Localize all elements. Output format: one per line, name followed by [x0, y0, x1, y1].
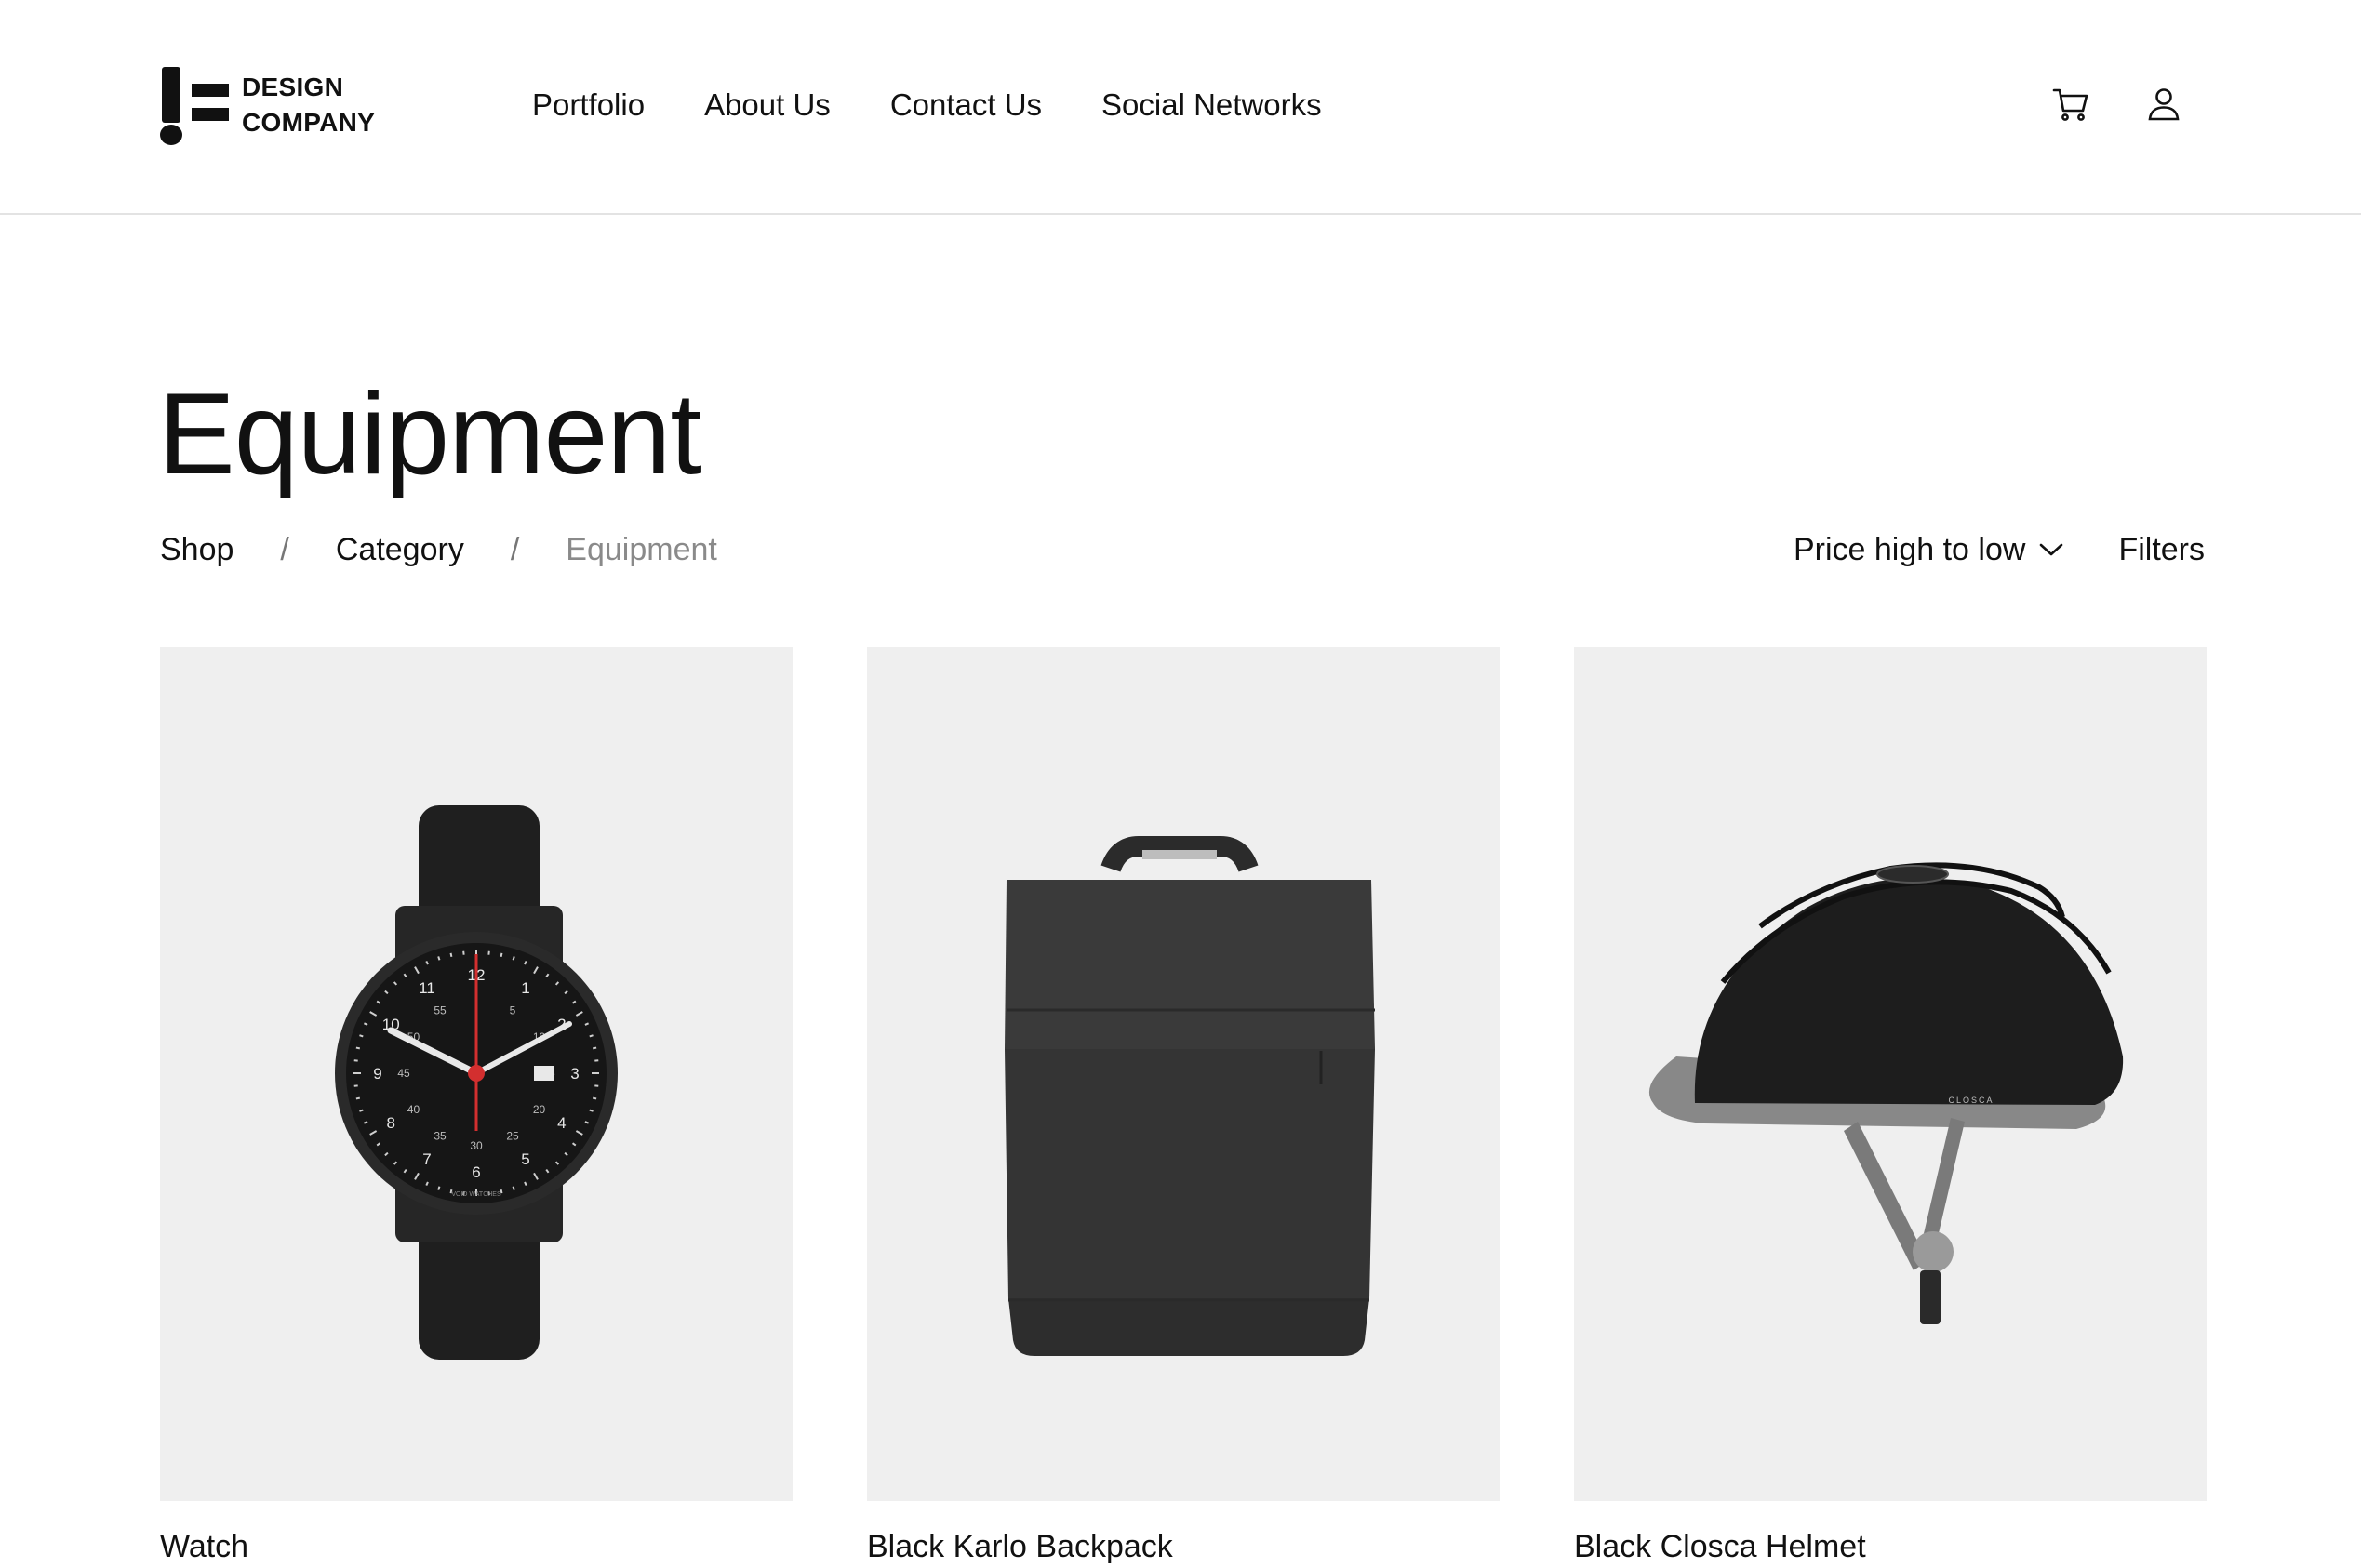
chevron-down-icon: [2038, 540, 2064, 559]
watch-minute-numeral: 40: [407, 1103, 420, 1116]
watch-tick: [438, 956, 439, 960]
watch-tick: [593, 1098, 596, 1099]
breadcrumb: Shop / Category / Equipment: [160, 526, 717, 573]
filters-button[interactable]: Filters: [2118, 526, 2205, 573]
product-image-helmet[interactable]: CLOSCA: [1574, 647, 2207, 1501]
watch-tick: [593, 1048, 596, 1049]
nav-portfolio[interactable]: Portfolio: [532, 82, 645, 128]
watch-hour-numeral: 7: [422, 1150, 431, 1168]
main-nav: Portfolio About Us Contact Us Social Net…: [532, 82, 1322, 128]
watch-minute-numeral: 55: [434, 1003, 447, 1017]
watch-tick: [501, 953, 502, 957]
sort-dropdown[interactable]: Price high to low: [1794, 526, 2064, 573]
watch-minute-numeral: 25: [506, 1130, 519, 1143]
watch-tick: [451, 953, 452, 957]
logo-text: DESIGN COMPANY: [242, 70, 375, 140]
watch-minute-numeral: 5: [510, 1003, 516, 1017]
watch-minute-numeral: 30: [470, 1139, 483, 1152]
user-icon[interactable]: [2143, 84, 2184, 125]
breadcrumb-current: Equipment: [566, 526, 717, 573]
product-image-backpack[interactable]: [867, 647, 1500, 1501]
product-image-watch[interactable]: 121234567891011 555451540203525301050 VO…: [160, 647, 793, 1501]
watch-minute-numeral: 35: [434, 1130, 447, 1143]
watch-hour-numeral: 9: [373, 1065, 381, 1083]
watch-wordmark: VOID WATCHES: [451, 1191, 501, 1198]
watch-tick: [359, 1035, 363, 1036]
product-name[interactable]: Black Karlo Backpack: [867, 1525, 1500, 1568]
watch-minute-numeral: 45: [397, 1067, 410, 1080]
logo-line-2: COMPANY: [242, 105, 375, 140]
breadcrumb-category[interactable]: Category: [336, 526, 464, 573]
cart-icon[interactable]: [2050, 84, 2091, 125]
product-grid: 121234567891011 555451540203525301050 VO…: [160, 647, 2207, 1568]
company-logo[interactable]: DESIGN COMPANY: [160, 65, 402, 145]
product-card[interactable]: Black Karlo Backpack: [867, 647, 1500, 1568]
watch-tick: [356, 1048, 360, 1049]
nav-social-networks[interactable]: Social Networks: [1101, 82, 1322, 128]
product-name[interactable]: Watch: [160, 1525, 793, 1568]
watch-hour-numeral: 6: [472, 1163, 480, 1181]
watch-tick: [501, 1189, 502, 1193]
helmet-brand-text: CLOSCA: [1948, 1096, 1994, 1105]
watch-tick: [590, 1035, 594, 1036]
nav-about-us[interactable]: About Us: [704, 82, 831, 128]
watch-tick: [356, 1098, 360, 1099]
header-actions: [2050, 84, 2184, 125]
product-card[interactable]: CLOSCA Black Closca Helmet: [1574, 647, 2207, 1568]
watch-hour-numeral: 1: [521, 979, 529, 997]
product-name[interactable]: Black Closca Helmet: [1574, 1525, 2207, 1568]
watch-hour-numeral: 5: [521, 1150, 529, 1168]
watch-tick: [438, 1187, 439, 1190]
breadcrumb-separator: /: [280, 526, 288, 573]
product-card[interactable]: 121234567891011 555451540203525301050 VO…: [160, 647, 793, 1568]
sort-label: Price high to low: [1794, 526, 2025, 573]
site-header: DESIGN COMPANY Portfolio About Us Contac…: [0, 0, 2361, 215]
page-title: Equipment: [158, 365, 701, 504]
breadcrumb-separator: /: [511, 526, 519, 573]
watch-hour-numeral: 8: [386, 1114, 394, 1132]
logo-line-1: DESIGN: [242, 70, 375, 105]
watch-minute-numeral: 20: [533, 1103, 546, 1116]
breadcrumb-shop[interactable]: Shop: [160, 526, 233, 573]
nav-contact-us[interactable]: Contact Us: [890, 82, 1042, 128]
listing-controls: Price high to low Filters: [1794, 526, 2205, 573]
watch-tick: [359, 1110, 363, 1111]
watch-hour-numeral: 4: [557, 1114, 566, 1132]
watch-tick: [590, 1110, 594, 1111]
watch-hour-numeral: 11: [419, 979, 435, 997]
logo-mark-icon: [160, 65, 229, 145]
watch-hour-numeral: 3: [570, 1065, 579, 1083]
